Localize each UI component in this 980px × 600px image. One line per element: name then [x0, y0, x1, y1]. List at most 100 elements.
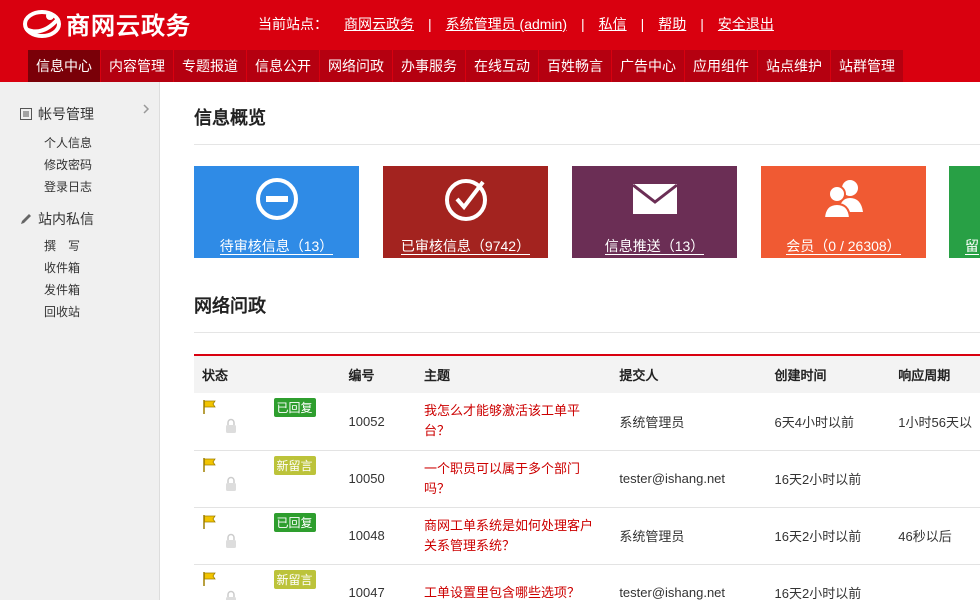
- id-cell: 10050: [340, 450, 416, 508]
- separator: |: [640, 16, 645, 32]
- nav-tab-site-maintenance[interactable]: 站点维护: [758, 50, 830, 82]
- wenzheng-table: 状态 编号 主题 提交人 创建时间 响应周期 已回复 10052 我怎么才能够激…: [194, 354, 980, 600]
- main-content: 信息概览 待审核信息（13） 已审核信息（9742） 信息推送（13） 会员（0…: [160, 82, 980, 600]
- list-icon: [20, 108, 32, 120]
- table-row[interactable]: 新留言 10047 工单设置里包含哪些选项？ tester@ishang.net…: [194, 564, 980, 600]
- tile-approved[interactable]: 已审核信息（9742）: [383, 166, 548, 258]
- messages-link[interactable]: 私信: [599, 14, 627, 34]
- divider: [194, 332, 980, 333]
- tile-members[interactable]: 会员（0 / 26308）: [761, 166, 926, 258]
- tile-label: 待审核信息（13）: [219, 238, 334, 255]
- nav-tab-disclosure[interactable]: 信息公开: [247, 50, 319, 82]
- nav-tab-services[interactable]: 办事服务: [393, 50, 465, 82]
- separator: |: [428, 16, 432, 32]
- logo[interactable]: 商网云政务: [22, 6, 191, 40]
- lock-icon[interactable]: [224, 418, 238, 434]
- status-cell: [194, 507, 266, 565]
- sidebar: 帐号管理 个人信息 修改密码 登录日志 站内私信 撰 写 收件箱 发件箱 回收站: [0, 82, 160, 600]
- sidebar-group-label: 站内私信: [38, 211, 94, 227]
- overview-title: 信息概览: [194, 108, 266, 128]
- table-row[interactable]: 新留言 10050 一个职员可以属于多个部门吗？ tester@ishang.n…: [194, 450, 980, 508]
- site-link[interactable]: 商网云政务: [344, 14, 414, 34]
- lock-icon[interactable]: [224, 476, 238, 492]
- sidebar-group-label: 帐号管理: [38, 106, 94, 122]
- status-badge: 新留言: [273, 569, 316, 589]
- id-cell: 10052: [340, 393, 416, 451]
- response-cell: 46秒以后: [890, 507, 980, 565]
- divider: [194, 144, 980, 145]
- sidebar-item-trash[interactable]: 回收站: [44, 303, 80, 320]
- tile-pending[interactable]: 待审核信息（13）: [194, 166, 359, 258]
- sidebar-item-password[interactable]: 修改密码: [44, 156, 92, 173]
- created-cell: 16天2小时以前: [766, 564, 891, 600]
- nav-tab-topics[interactable]: 专题报道: [174, 50, 246, 82]
- subject-link[interactable]: 我怎么才能够激活该工单平台？: [415, 393, 612, 451]
- nav-tab-components[interactable]: 应用组件: [685, 50, 757, 82]
- col-subject: 主题: [423, 368, 450, 383]
- nav-tab-ads[interactable]: 广告中心: [612, 50, 684, 82]
- col-created: 创建时间: [774, 368, 827, 383]
- status-badge: 已回复: [273, 398, 316, 417]
- nav-tab-site-group[interactable]: 站群管理: [831, 50, 903, 82]
- subject-link[interactable]: 工单设置里包含哪些选项？: [415, 564, 612, 600]
- users-icon: [822, 180, 863, 219]
- flag-icon[interactable]: [202, 399, 218, 415]
- sidebar-item-compose[interactable]: 撰 写: [44, 237, 80, 254]
- minus-circle-icon: [255, 178, 298, 220]
- flag-icon[interactable]: [202, 514, 218, 530]
- nav-tab-interaction[interactable]: 在线互动: [466, 50, 538, 82]
- col-status: 状态: [202, 368, 229, 383]
- help-link[interactable]: 帮助: [658, 14, 686, 34]
- col-response: 响应周期: [898, 368, 951, 383]
- response-cell: 1小时56天以: [890, 393, 980, 451]
- tile-push[interactable]: 信息推送（13）: [572, 166, 737, 258]
- sidebar-item-inbox[interactable]: 收件箱: [44, 259, 80, 276]
- col-submitter: 提交人: [619, 368, 659, 383]
- separator: |: [700, 16, 704, 32]
- table-row[interactable]: 已回复 10048 商网工单系统是如何处理客户关系管理系统？ 系统管理员 16天…: [194, 507, 980, 565]
- tile-label: 信息推送（13）: [604, 238, 705, 255]
- subject-link[interactable]: 商网工单系统是如何处理客户关系管理系统？: [415, 507, 612, 565]
- sidebar-item-profile[interactable]: 个人信息: [44, 134, 92, 151]
- response-cell: [890, 450, 980, 508]
- tile-label: 已审核信息（9742）: [400, 238, 531, 255]
- badge-cell: 新留言: [265, 564, 341, 600]
- topbar: 当前站点： 商网云政务 | 系统管理员 (admin) | 私信 | 帮助 | …: [258, 14, 774, 34]
- lock-icon[interactable]: [224, 590, 238, 600]
- submitter-cell: 系统管理员: [611, 393, 767, 451]
- nav-tab-content[interactable]: 内容管理: [101, 50, 173, 82]
- submitter-cell: tester@ishang.net: [611, 450, 767, 508]
- badge-cell: 新留言: [265, 450, 341, 508]
- sidebar-group-account[interactable]: 帐号管理: [20, 104, 94, 124]
- status-badge: 已回复: [273, 512, 316, 532]
- status-cell: [194, 450, 266, 508]
- nav-tab-wenzheng[interactable]: 网络问政: [320, 50, 392, 82]
- created-cell: 16天2小时以前: [766, 450, 891, 508]
- sidebar-item-login-log[interactable]: 登录日志: [44, 178, 92, 195]
- nav-tab-public-voice[interactable]: 百姓畅言: [539, 50, 611, 82]
- header: 商网云政务 当前站点： 商网云政务 | 系统管理员 (admin) | 私信 |…: [0, 0, 980, 82]
- submitter-cell: 系统管理员: [611, 507, 767, 565]
- created-cell: 6天4小时以前: [766, 393, 891, 451]
- tile-label: 留: [965, 238, 979, 255]
- subject-link[interactable]: 一个职员可以属于多个部门吗？: [415, 450, 612, 508]
- logo-mark-icon: [23, 10, 61, 38]
- sidebar-item-outbox[interactable]: 发件箱: [44, 281, 80, 298]
- check-circle-icon: [444, 179, 487, 221]
- flag-icon[interactable]: [202, 457, 218, 473]
- envelope-icon: [631, 183, 678, 214]
- tile-fifth[interactable]: 留: [949, 166, 980, 258]
- submitter-cell: tester@ishang.net: [611, 564, 767, 600]
- col-badge: [266, 355, 341, 393]
- response-cell: [890, 564, 980, 600]
- wenzheng-title: 网络问政: [194, 296, 266, 316]
- chevron-right-icon[interactable]: [142, 104, 150, 114]
- user-link[interactable]: 系统管理员 (admin): [446, 14, 567, 34]
- lock-icon[interactable]: [224, 533, 238, 549]
- pencil-icon: [21, 214, 31, 224]
- sidebar-group-messages[interactable]: 站内私信: [20, 209, 94, 229]
- table-row[interactable]: 已回复 10052 我怎么才能够激活该工单平台？ 系统管理员 6天4小时以前 1…: [194, 393, 980, 451]
- flag-icon[interactable]: [202, 571, 218, 587]
- nav-tab-info-center[interactable]: 信息中心: [28, 50, 100, 82]
- logout-link[interactable]: 安全退出: [718, 14, 774, 34]
